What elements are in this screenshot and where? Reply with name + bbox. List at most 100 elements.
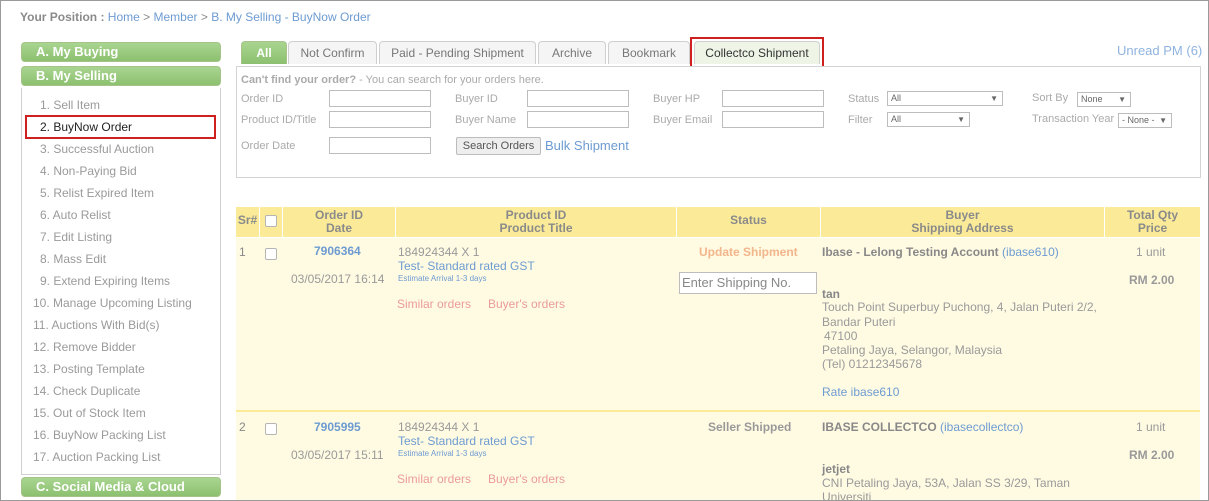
sidebar-item[interactable]: 13. Posting Template: [33, 362, 145, 376]
sidebar-item[interactable]: 17. Auction Packing List: [33, 450, 160, 464]
sidebar-item[interactable]: 3. Successful Auction: [40, 142, 154, 156]
buyer-hp-input[interactable]: [722, 90, 824, 107]
search-help-rest: - You can search for your orders here.: [356, 74, 544, 86]
col-header-status: Status: [677, 207, 820, 237]
buyer-name: Ibase - Lelong Testing Account: [822, 245, 999, 259]
sidebar-item[interactable]: 4. Non-Paying Bid: [40, 164, 137, 178]
address-line: Touch Point Superbuy Puchong, 4, Jalan P…: [822, 300, 1097, 314]
sidebar-item[interactable]: 12. Remove Bidder: [33, 340, 136, 354]
sidebar-item[interactable]: 10. Manage Upcoming Listing: [33, 296, 192, 310]
sidebar-item[interactable]: 7. Edit Listing: [40, 230, 112, 244]
breadcrumb: Your Position : Home > Member > B. My Se…: [20, 10, 371, 24]
similar-orders-link[interactable]: Similar orders: [397, 472, 471, 486]
sidebar-item[interactable]: 1. Sell Item: [40, 98, 100, 112]
buyers-orders-link[interactable]: Buyer's orders: [488, 472, 565, 486]
sidebar-item[interactable]: 5. Relist Expired Item: [40, 186, 154, 200]
similar-orders-link[interactable]: Similar orders: [397, 297, 471, 311]
buyers-orders-link[interactable]: Buyer's orders: [488, 297, 565, 311]
page-frame: Your Position : Home > Member > B. My Se…: [0, 0, 1209, 501]
address-tel: (Tel) 01212345678: [822, 357, 923, 371]
sort-by-select[interactable]: None ▼: [1077, 92, 1131, 107]
order-id-link[interactable]: 7906364: [314, 244, 361, 258]
breadcrumb-current[interactable]: B. My Selling - BuyNow Order: [211, 10, 370, 24]
breadcrumb-separator: >: [200, 10, 208, 24]
product-id-title-label: Product ID/Title: [241, 114, 317, 126]
buyer-name-input[interactable]: [527, 111, 629, 128]
order-date-input[interactable]: [329, 137, 431, 154]
address-line: CNI Petaling Jaya, 53A, Jalan SS 3/29, T…: [822, 476, 1070, 490]
update-shipment-link[interactable]: Update Shipment: [699, 245, 798, 259]
bulk-shipment-link[interactable]: Bulk Shipment: [545, 138, 629, 153]
breadcrumb-prefix: Your Position :: [20, 10, 105, 24]
tab-not-confirm[interactable]: Not Confirm: [288, 41, 377, 64]
filter-select-value: All: [891, 114, 902, 124]
breadcrumb-member-link[interactable]: Member: [154, 10, 198, 24]
buyer-name: IBASE COLLECTCO: [822, 420, 937, 434]
tab-paid-pending-shipment[interactable]: Paid - Pending Shipment: [379, 41, 536, 64]
status-select[interactable]: All ▼: [887, 91, 1003, 106]
sidebar-header-social[interactable]: C. Social Media & Cloud: [21, 477, 221, 497]
buyer-id-link[interactable]: (ibasecollectco): [940, 420, 1023, 434]
sidebar-item[interactable]: 6. Auto Relist: [40, 208, 111, 222]
table-row: [236, 238, 1200, 410]
tab-bookmark[interactable]: Bookmark: [608, 41, 690, 64]
chevron-down-icon: ▼: [990, 94, 998, 103]
sidebar-item[interactable]: 16. BuyNow Packing List: [33, 428, 166, 442]
price: RM 2.00: [1129, 448, 1175, 462]
chevron-down-icon: ▼: [1118, 95, 1126, 104]
buyer-hp-label: Buyer HP: [653, 93, 701, 105]
transaction-year-label: Transaction Year: [1032, 113, 1115, 125]
sidebar-item[interactable]: 9. Extend Expiring Items: [40, 274, 170, 288]
transaction-year-value: - None -: [1122, 115, 1155, 125]
order-id-input[interactable]: [329, 90, 431, 107]
rate-buyer-link[interactable]: Rate ibase610: [822, 385, 899, 399]
buyer-id-label: Buyer ID: [455, 93, 498, 105]
breadcrumb-home-link[interactable]: Home: [108, 10, 140, 24]
order-date: 03/05/2017 16:14: [291, 272, 385, 286]
sidebar-item[interactable]: 11. Auctions With Bid(s): [33, 318, 160, 332]
estimate-arrival: Estimate Arrival 1-3 days: [398, 274, 487, 283]
select-all-checkbox[interactable]: [265, 215, 277, 227]
breadcrumb-separator: >: [143, 10, 151, 24]
unread-pm-link[interactable]: Unread PM (6): [1117, 43, 1202, 58]
product-id-title-input[interactable]: [329, 111, 431, 128]
row-checkbox[interactable]: [265, 248, 277, 260]
recipient-name: jetjet: [822, 462, 851, 476]
sidebar-item[interactable]: 8. Mass Edit: [40, 252, 106, 266]
address-line: Petaling Jaya, Selangor, Malaysia: [822, 343, 1003, 357]
col-header-qty-price: Total Qty Price: [1105, 207, 1200, 237]
transaction-year-select[interactable]: - None - ▼: [1118, 113, 1172, 128]
col-header-buyer: Buyer Shipping Address: [821, 207, 1104, 237]
buyer-id-input[interactable]: [527, 90, 629, 107]
order-date: 03/05/2017 15:11: [291, 448, 384, 462]
buyer-name-label: Buyer Name: [455, 114, 517, 126]
address-line: Universiti: [822, 490, 872, 501]
shipping-number-input[interactable]: Enter Shipping No.: [679, 272, 817, 294]
col-header-sr: Sr#: [236, 207, 259, 237]
buyer-email-label: Buyer Email: [653, 114, 713, 126]
sidebar-item[interactable]: 15. Out of Stock Item: [33, 406, 146, 420]
row-checkbox[interactable]: [265, 423, 277, 435]
buyer-email-input[interactable]: [722, 111, 824, 128]
order-id-link[interactable]: 7905995: [314, 420, 361, 434]
buyer-id-link[interactable]: (ibase610): [1002, 245, 1059, 259]
product-title-link[interactable]: Test- Standard rated GST: [398, 434, 535, 448]
search-orders-button[interactable]: Search Orders: [456, 137, 541, 155]
row-sr: 2: [239, 420, 246, 434]
product-title-link[interactable]: Test- Standard rated GST: [398, 259, 535, 273]
tab-all[interactable]: All: [241, 41, 287, 64]
product-line: 184924344 X 1: [398, 245, 480, 259]
sidebar-header-my-selling[interactable]: B. My Selling: [21, 66, 221, 86]
filter-select[interactable]: All ▼: [887, 112, 970, 127]
buyer-info: Ibase - Lelong Testing Account (ibase610…: [822, 245, 1059, 259]
tab-archive[interactable]: Archive: [538, 41, 606, 64]
col-header-product-title: Product Title: [499, 221, 573, 235]
status-label: Status: [848, 93, 880, 105]
sidebar-header-my-buying[interactable]: A. My Buying: [21, 42, 221, 62]
sidebar-item[interactable]: 14. Check Duplicate: [33, 384, 140, 398]
recipient-name: tan: [822, 287, 840, 301]
col-header-product: Product ID Product Title: [396, 207, 676, 237]
address-postcode: 47100: [824, 329, 858, 343]
order-id-label: Order ID: [241, 93, 284, 105]
price: RM 2.00: [1129, 273, 1175, 287]
